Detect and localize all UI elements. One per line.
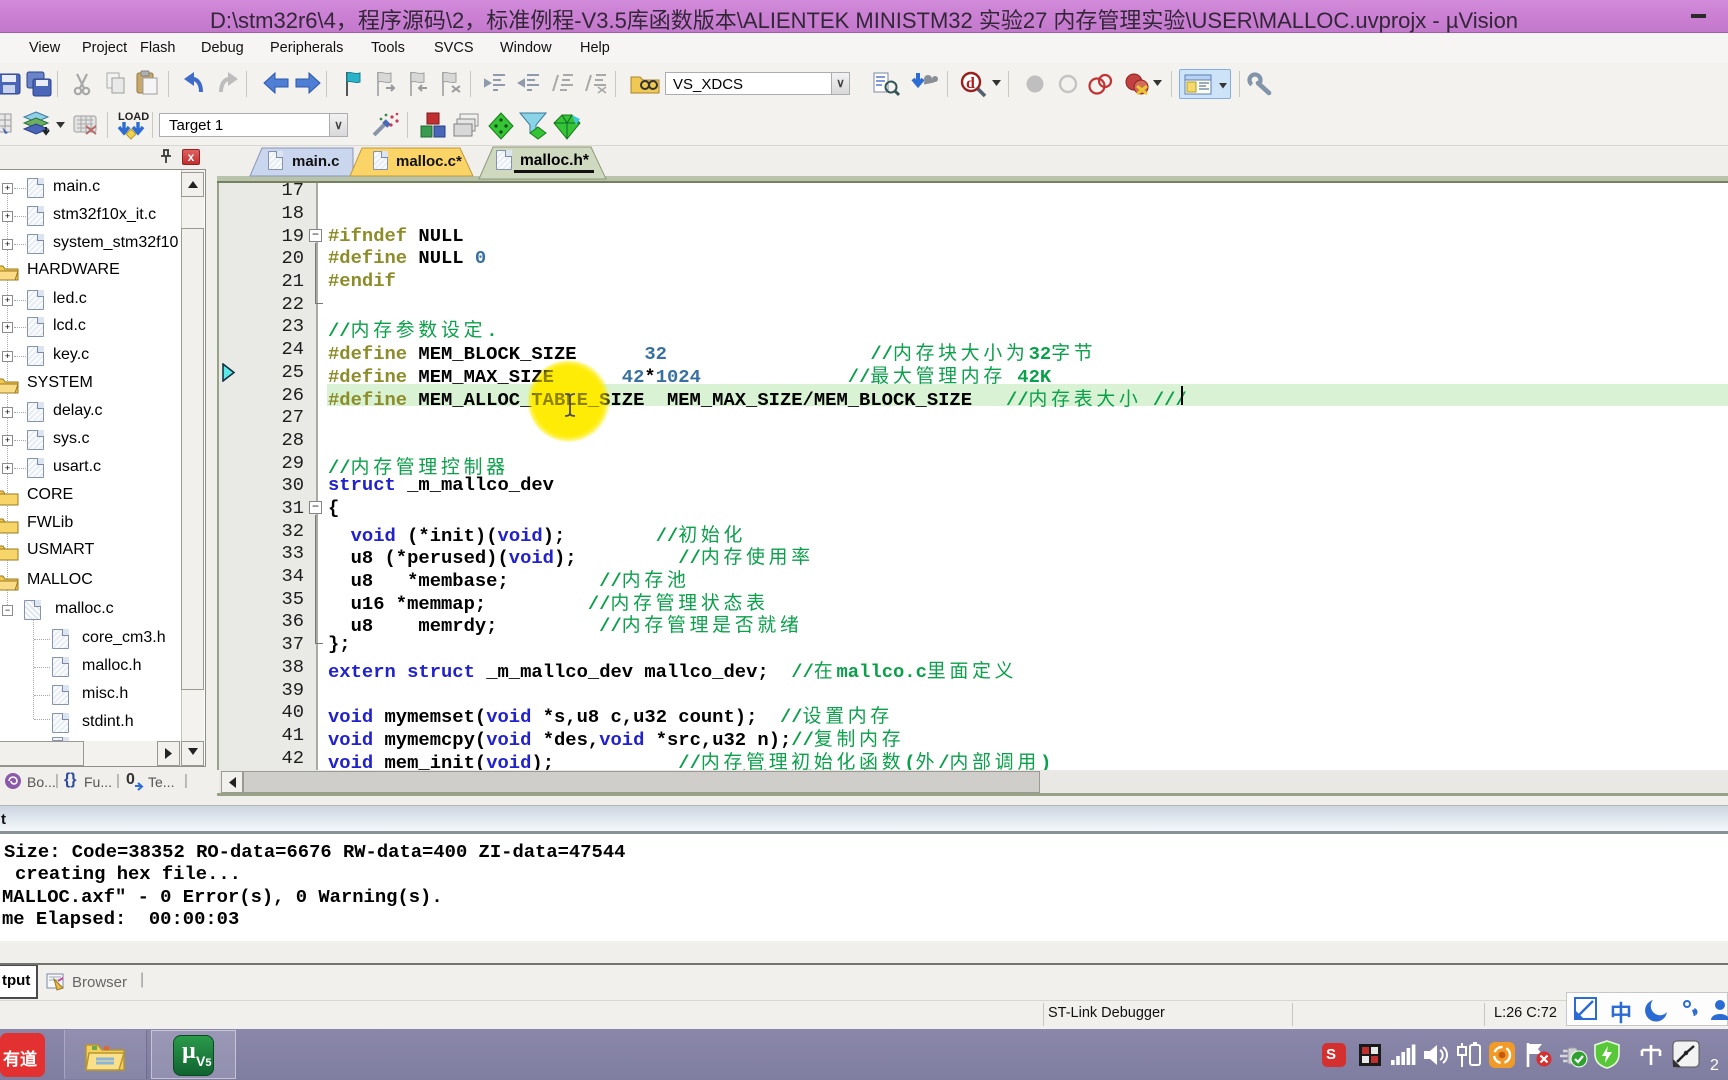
svg-text:LOAD: LOAD (118, 111, 149, 123)
svg-text:d: d (966, 75, 975, 92)
